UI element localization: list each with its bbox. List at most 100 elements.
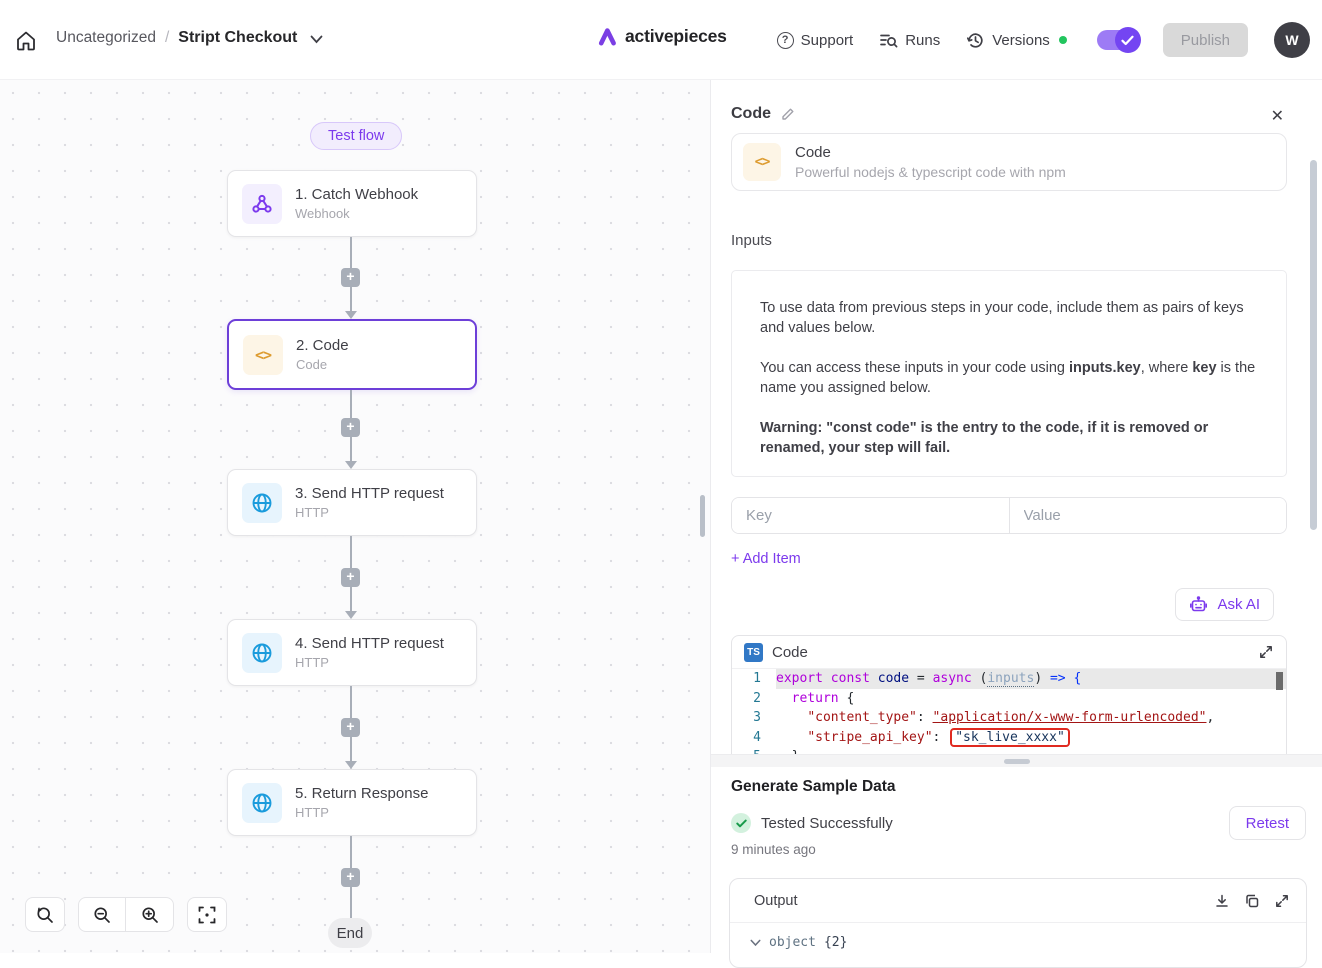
code-line[interactable]: 2 return { [732, 689, 1286, 709]
robot-icon [1189, 596, 1208, 614]
sample-data-heading: Generate Sample Data [731, 778, 896, 796]
help-paragraph-1: To use data from previous steps in your … [760, 298, 1258, 338]
typescript-icon: TS [744, 643, 763, 662]
breadcrumb-separator: / [165, 29, 169, 47]
connector-arrow [345, 461, 357, 469]
publish-button[interactable]: Publish [1163, 23, 1248, 57]
drag-handle[interactable] [1004, 759, 1030, 764]
connector-arrow [345, 761, 357, 769]
editor-scrollbar[interactable] [1276, 672, 1283, 690]
add-step-button[interactable]: + [341, 418, 360, 437]
zoom-out-button[interactable] [79, 898, 126, 931]
connector-arrow [345, 311, 357, 319]
code-editor-card: TS Code 1export const code = async (inpu… [731, 635, 1287, 757]
step-subtitle: HTTP [295, 805, 428, 820]
code-line[interactable]: 1export const code = async (inputs) => { [732, 669, 1286, 689]
runs-label: Runs [905, 32, 940, 49]
fit-to-view-button[interactable] [187, 897, 227, 932]
output-card: Output [729, 878, 1307, 968]
section-resize-strip[interactable] [711, 754, 1322, 767]
breadcrumb: Uncategorized / Stript Checkout [56, 29, 323, 47]
code-line[interactable]: 3 "content_type": "application/x-www-for… [732, 708, 1286, 728]
runs-icon [879, 31, 898, 49]
output-tree-row[interactable]: object {2} [730, 923, 1306, 950]
add-step-button[interactable]: + [341, 718, 360, 737]
globe-icon [242, 483, 282, 523]
versions-history-icon [966, 31, 985, 50]
inputs-help-box: To use data from previous steps in your … [731, 270, 1287, 477]
step-title: 5. Return Response [295, 785, 428, 802]
copy-icon[interactable] [1244, 893, 1260, 909]
step-subtitle: Code [296, 357, 349, 372]
code-piece-icon: <> [743, 143, 781, 181]
test-flow-button[interactable]: Test flow [310, 122, 402, 150]
panel-resize-handle[interactable] [700, 495, 705, 537]
flow-end-node: End [328, 918, 372, 948]
globe-icon [242, 633, 282, 673]
add-item-button[interactable]: + Add Item [731, 551, 801, 567]
help-paragraph-2: You can access these inputs in your code… [760, 358, 1258, 398]
home-icon[interactable] [14, 29, 38, 53]
help-warning: Warning: "const code" is the entry to th… [760, 418, 1258, 458]
piece-description: Powerful nodejs & typescript code with n… [795, 164, 1066, 180]
retest-button[interactable]: Retest [1229, 806, 1306, 840]
versions-button[interactable]: Versions [966, 31, 1067, 50]
step-title: 2. Code [296, 337, 349, 354]
flow-canvas[interactable]: Test flow 1. Catch Webhook Webhook + <> … [0, 80, 710, 953]
ask-ai-button[interactable]: Ask AI [1175, 588, 1274, 621]
chevron-down-icon[interactable] [750, 939, 761, 947]
success-check-icon [731, 813, 751, 833]
step-card-http-1[interactable]: 3. Send HTTP request HTTP [227, 469, 477, 536]
add-step-button[interactable]: + [341, 568, 360, 587]
test-timestamp: 9 minutes ago [731, 842, 816, 857]
step-subtitle: HTTP [295, 505, 444, 520]
value-input[interactable] [1010, 498, 1287, 533]
help-icon: ? [777, 32, 794, 49]
reset-zoom-button[interactable] [25, 897, 65, 932]
piece-info-card: <> Code Powerful nodejs & typescript cod… [731, 133, 1287, 191]
step-card-catch-webhook[interactable]: 1. Catch Webhook Webhook [227, 170, 477, 237]
tree-node-type: object [769, 935, 816, 950]
expand-editor-icon[interactable] [1258, 644, 1274, 660]
test-status-row: Tested Successfully [731, 813, 893, 833]
download-icon[interactable] [1214, 893, 1230, 909]
code-line[interactable]: 4 "stripe_api_key": "sk_live_xxxx" [732, 728, 1286, 748]
step-subtitle: HTTP [295, 655, 444, 670]
edit-name-icon[interactable] [780, 107, 795, 122]
support-button[interactable]: ? Support [777, 32, 854, 49]
step-card-http-2[interactable]: 4. Send HTTP request HTTP [227, 619, 477, 686]
connector-arrow [345, 611, 357, 619]
versions-label: Versions [992, 32, 1050, 49]
step-settings-panel: Code ✕ <> Code Powerful nodejs & typescr… [710, 80, 1322, 953]
step-title: 3. Send HTTP request [295, 485, 444, 502]
panel-title: Code [731, 105, 771, 123]
close-icon[interactable]: ✕ [1271, 106, 1284, 126]
step-card-code[interactable]: <> 2. Code Code [227, 319, 477, 390]
test-status-text: Tested Successfully [761, 815, 893, 832]
top-nav: ? Support Runs Versions Pub [777, 0, 1310, 80]
output-title: Output [754, 893, 1214, 909]
activepieces-logo: activepieces [597, 26, 727, 47]
chevron-down-icon[interactable] [310, 35, 323, 44]
breadcrumb-flow-name[interactable]: Stript Checkout [178, 29, 297, 47]
avatar[interactable]: W [1274, 22, 1310, 58]
key-input[interactable] [732, 498, 1010, 533]
code-editor-title: Code [772, 644, 1249, 661]
add-step-button[interactable]: + [341, 268, 360, 287]
add-step-button[interactable]: + [341, 868, 360, 887]
panel-scrollbar[interactable] [1310, 160, 1317, 530]
inputs-section-label: Inputs [731, 232, 772, 249]
top-header: Uncategorized / Stript Checkout activepi… [0, 0, 1322, 80]
draft-status-dot [1059, 36, 1067, 44]
step-card-return-response[interactable]: 5. Return Response HTTP [227, 769, 477, 836]
zoom-in-button[interactable] [126, 898, 173, 931]
breadcrumb-folder[interactable]: Uncategorized [56, 29, 156, 47]
runs-button[interactable]: Runs [879, 31, 940, 49]
step-title: 4. Send HTTP request [295, 635, 444, 652]
webhook-icon [242, 184, 282, 224]
piece-name: Code [795, 144, 1066, 161]
step-title: 1. Catch Webhook [295, 186, 418, 203]
code-editor[interactable]: 1export const code = async (inputs) => {… [732, 669, 1286, 757]
expand-output-icon[interactable] [1274, 893, 1290, 909]
flow-enabled-toggle[interactable] [1097, 30, 1137, 50]
